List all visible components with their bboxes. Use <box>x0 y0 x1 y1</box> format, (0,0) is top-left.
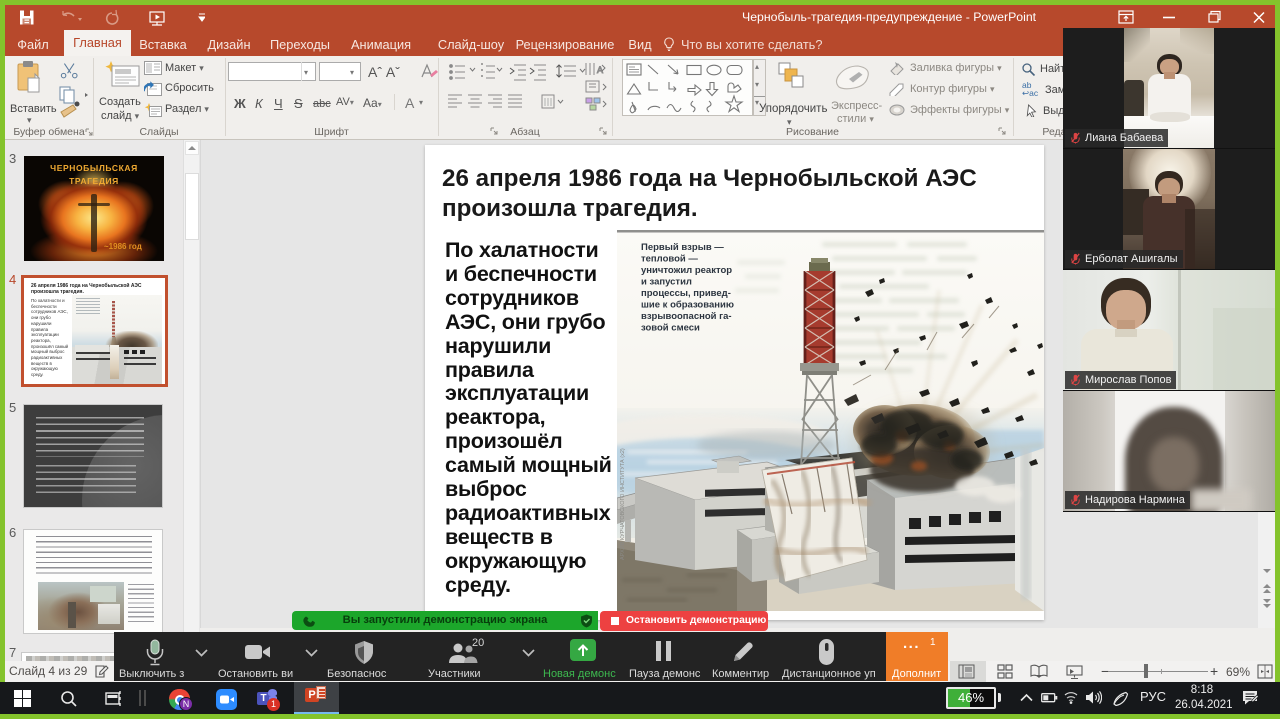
svg-text:и запустил: и запустил <box>641 277 692 288</box>
svg-text:взрывоопасной га-: взрывоопасной га- <box>641 311 732 322</box>
svg-text:тепловой —: тепловой — <box>641 254 698 265</box>
svg-text:A: A <box>597 65 603 75</box>
svg-text:зовой смеси: зовой смеси <box>641 323 700 334</box>
svg-text:процессы, привед-: процессы, привед- <box>641 288 731 299</box>
svg-text:шие к образованию: шие к образованию <box>641 300 734 311</box>
svg-text:уничтожил реактор: уничтожил реактор <box>641 265 732 276</box>
svg-text:Первый взрыв —: Первый взрыв — <box>641 242 724 253</box>
svg-text:АРХИВ КУРЧАТОВСКОГО ИНСТИТУТА: АРХИВ КУРЧАТОВСКОГО ИНСТИТУТА (х2) <box>620 448 626 560</box>
